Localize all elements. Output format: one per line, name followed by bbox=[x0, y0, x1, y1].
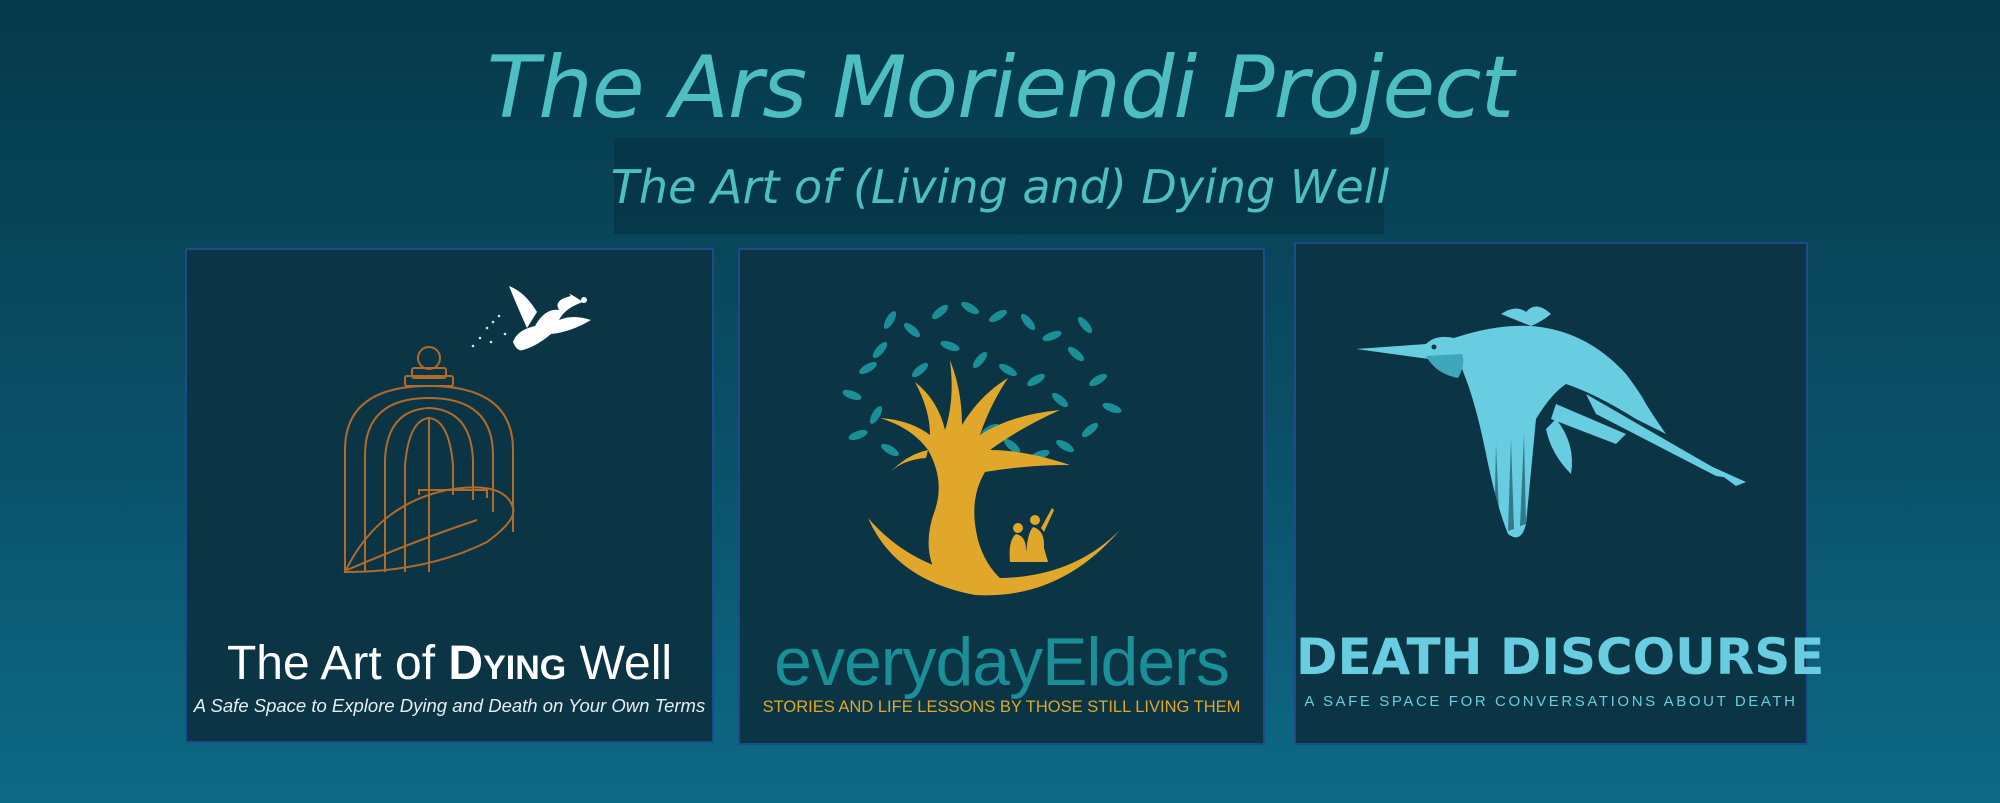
card-tagline: A Safe Space to Explore Dying and Death … bbox=[193, 695, 706, 716]
card-tagline: STORIES AND LIFE LESSONS BY THOSE STILL … bbox=[762, 698, 1241, 716]
page-subtitle: The Art of (Living and) Dying Well bbox=[610, 160, 1390, 214]
card-tagline: A SAFE SPACE FOR CONVERSATIONS ABOUT DEA… bbox=[1304, 693, 1798, 710]
card-title: The Art of Dying Well bbox=[226, 637, 673, 690]
page-title: The Ars Moriendi Project bbox=[486, 38, 1515, 138]
card-title: DEATH DISCOURSE bbox=[1296, 628, 1825, 686]
card-everyday-elders[interactable]: everydayElders STORIES AND LIFE LESSONS … bbox=[738, 248, 1265, 745]
card-death-discourse[interactable]: DEATH DISCOURSE A SAFE SPACE FOR CONVERS… bbox=[1294, 242, 1825, 745]
card-title: everydayElders bbox=[774, 624, 1230, 700]
card-art-of-dying-well[interactable]: The Art of Dying Well A Safe Space to Ex… bbox=[185, 248, 714, 743]
